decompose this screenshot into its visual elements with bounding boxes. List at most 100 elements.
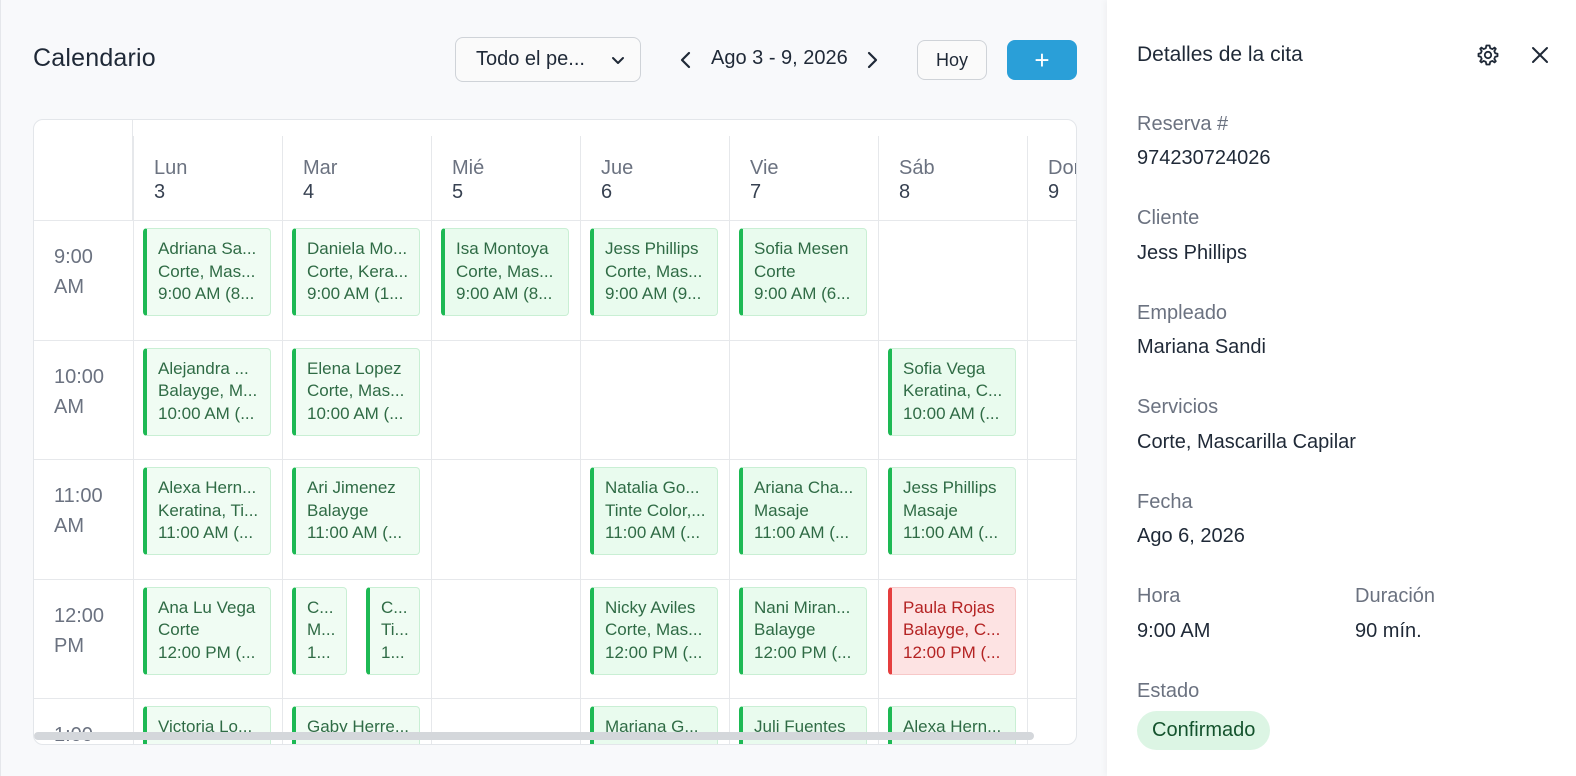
appointment-card[interactable]: Ariana Cha... Masaje 11:00 AM (... — [739, 467, 867, 555]
appointment-card[interactable]: Adriana Sa... Corte, Mas... 9:00 AM (8... — [143, 228, 271, 316]
employee-value: Mariana Sandi — [1137, 336, 1266, 358]
appointment-services: Masaje — [903, 500, 958, 520]
time-label: 9:00 AM — [54, 242, 93, 302]
duration-value: 90 mín. — [1355, 620, 1422, 642]
appointment-services: Corte, Mas... — [456, 261, 554, 281]
day-number: 8 — [899, 181, 911, 203]
day-header[interactable]: Mar 4 — [282, 136, 431, 220]
appointment-card[interactable]: Ari Jimenez Balayge 11:00 AM (... — [292, 467, 420, 555]
add-appointment-button[interactable]: + — [1007, 40, 1077, 80]
day-name: Vie — [750, 157, 779, 179]
appointment-card[interactable]: Nani Miran... Balayge 12:00 PM (... — [739, 586, 867, 675]
appointment-client: Ana Lu Vega — [158, 597, 256, 617]
time-label: 12:00 PM — [54, 601, 104, 661]
column-divider — [729, 220, 730, 744]
time-ampm: AM — [54, 276, 84, 298]
chevron-right-icon — [867, 51, 878, 69]
column-divider — [878, 220, 879, 744]
appointment-card[interactable]: Isa Montoya Corte, Mas... 9:00 AM (8... — [441, 228, 569, 316]
day-header[interactable]: Mié 5 — [431, 136, 580, 220]
appointment-time: 9:00 AM (8... — [158, 284, 255, 303]
appointment-services: Keratina, C... — [903, 381, 1003, 400]
appointment-services: Corte — [754, 261, 796, 281]
appointment-time: 11:00 AM (... — [903, 523, 999, 542]
day-number: 7 — [750, 181, 762, 203]
appointment-card[interactable]: Elena Lopez Corte, Mas... 10:00 AM (... — [292, 347, 420, 436]
next-week-button[interactable] — [859, 46, 885, 74]
appointment-card[interactable]: Ana Lu Vega Corte 12:00 PM (... — [143, 586, 271, 675]
appointment-card[interactable]: Nicky Aviles Corte, Mas... 12:00 PM (... — [590, 586, 718, 675]
appointment-client: Nani Miran... — [754, 597, 851, 617]
day-name: Mar — [303, 157, 338, 179]
appointment-card[interactable]: Paula Rojas Balayge, C... 12:00 PM (... — [888, 586, 1016, 675]
time-hour: 11:00 — [54, 485, 103, 507]
appointment-card[interactable]: Daniela Mo... Corte, Kera... 9:00 AM (1... — [292, 228, 420, 316]
appointment-client: Daniela Mo... — [307, 239, 408, 258]
appointment-time: 1... — [307, 642, 331, 662]
duration-label: Duración — [1355, 585, 1436, 607]
time-hour: 10:00 — [54, 365, 105, 388]
appointment-card[interactable]: Sofia Vega Keratina, C... 10:00 AM (... — [888, 347, 1016, 436]
appointment-client: Paula Rojas — [903, 597, 995, 617]
appointment-client: C... — [307, 597, 334, 617]
status-label: Estado — [1137, 680, 1200, 702]
appointment-services: Ti... — [381, 620, 409, 639]
appointment-client: Sofia Mesen — [754, 239, 849, 258]
day-header[interactable]: Dom9 — [1027, 136, 1076, 220]
appointment-services: Balayge, C... — [903, 620, 1001, 639]
employee-filter-dropdown[interactable]: Todo el pe... — [455, 37, 641, 82]
filter-label: Todo el pe... — [476, 48, 585, 70]
appointment-client: Sofia Vega — [903, 358, 986, 378]
appointment-services: Balayge, M... — [158, 381, 258, 400]
appointment-time: 10:00 AM (... — [903, 403, 1000, 423]
time-ampm: PM — [54, 634, 84, 657]
services-value: Corte, Mascarilla Capilar — [1137, 431, 1356, 453]
appointment-time: 10:00 AM (... — [307, 403, 404, 423]
day-header[interactable]: Lun 3 — [133, 136, 282, 220]
day-number: 9 — [1048, 181, 1060, 203]
day-header[interactable]: Sáb 8 — [878, 136, 1027, 220]
today-button[interactable]: Hoy — [917, 40, 987, 80]
appointment-card[interactable]: C... M... 1... — [292, 586, 347, 675]
appointment-services: Corte — [158, 620, 200, 639]
appointment-client: Jess Phillips — [605, 239, 699, 258]
appointment-services: Corte, Kera... — [307, 261, 409, 281]
day-number: 3 — [154, 181, 166, 203]
day-name: Dom — [1048, 157, 1076, 179]
appointment-card[interactable]: Sofia Mesen Corte 9:00 AM (6... — [739, 228, 867, 316]
day-header[interactable]: Jue 6 — [580, 136, 729, 220]
row-divider — [34, 698, 1076, 699]
day-name: Sáb — [899, 157, 935, 179]
time-ampm: AM — [54, 515, 84, 537]
day-header[interactable]: Vie 7 — [729, 136, 878, 220]
appointment-services: Masaje — [754, 500, 809, 520]
row-divider — [34, 339, 1076, 341]
settings-button[interactable] — [1475, 42, 1501, 68]
appointment-services: M... — [307, 620, 336, 639]
day-name: Jue — [601, 157, 634, 179]
client-label: Cliente — [1137, 207, 1200, 229]
close-button[interactable] — [1527, 42, 1553, 68]
horizontal-scrollbar[interactable] — [34, 732, 1076, 742]
status-badge: Confirmado — [1137, 711, 1271, 750]
booking-value: 974230724026 — [1137, 147, 1271, 169]
booking-label: Reserva # — [1137, 113, 1229, 135]
appointment-card[interactable]: Jess Phillips Corte, Mas... 9:00 AM (9... — [590, 228, 718, 316]
appointment-card[interactable]: Jess Phillips Masaje 11:00 AM (... — [888, 467, 1016, 555]
appointment-client: Elena Lopez — [307, 358, 402, 378]
panel-title: Detalles de la cita — [1137, 43, 1303, 66]
appointment-client: Adriana Sa... — [158, 239, 257, 258]
time-label: 11:00 AM — [54, 481, 103, 541]
day-number: 4 — [303, 181, 315, 203]
appointment-card[interactable]: C... Ti... 1... — [366, 586, 420, 675]
appointment-client: Isa Montoya — [456, 239, 549, 258]
column-divider — [282, 220, 283, 744]
scrollbar-thumb[interactable] — [34, 732, 1034, 740]
appointment-card[interactable]: Alexa Hern... Keratina, Ti... 11:00 AM (..… — [143, 467, 271, 555]
appointment-card[interactable]: Alejandra ... Balayge, M... 10:00 AM (... — [143, 347, 271, 436]
day-number: 5 — [452, 181, 464, 203]
appointment-time: 12:00 PM (... — [605, 642, 703, 662]
previous-week-button[interactable] — [673, 46, 699, 74]
appointment-services: Corte, Mas... — [605, 261, 703, 281]
appointment-card[interactable]: Natalia Go... Tinte Color,... 11:00 AM (..… — [590, 467, 718, 555]
